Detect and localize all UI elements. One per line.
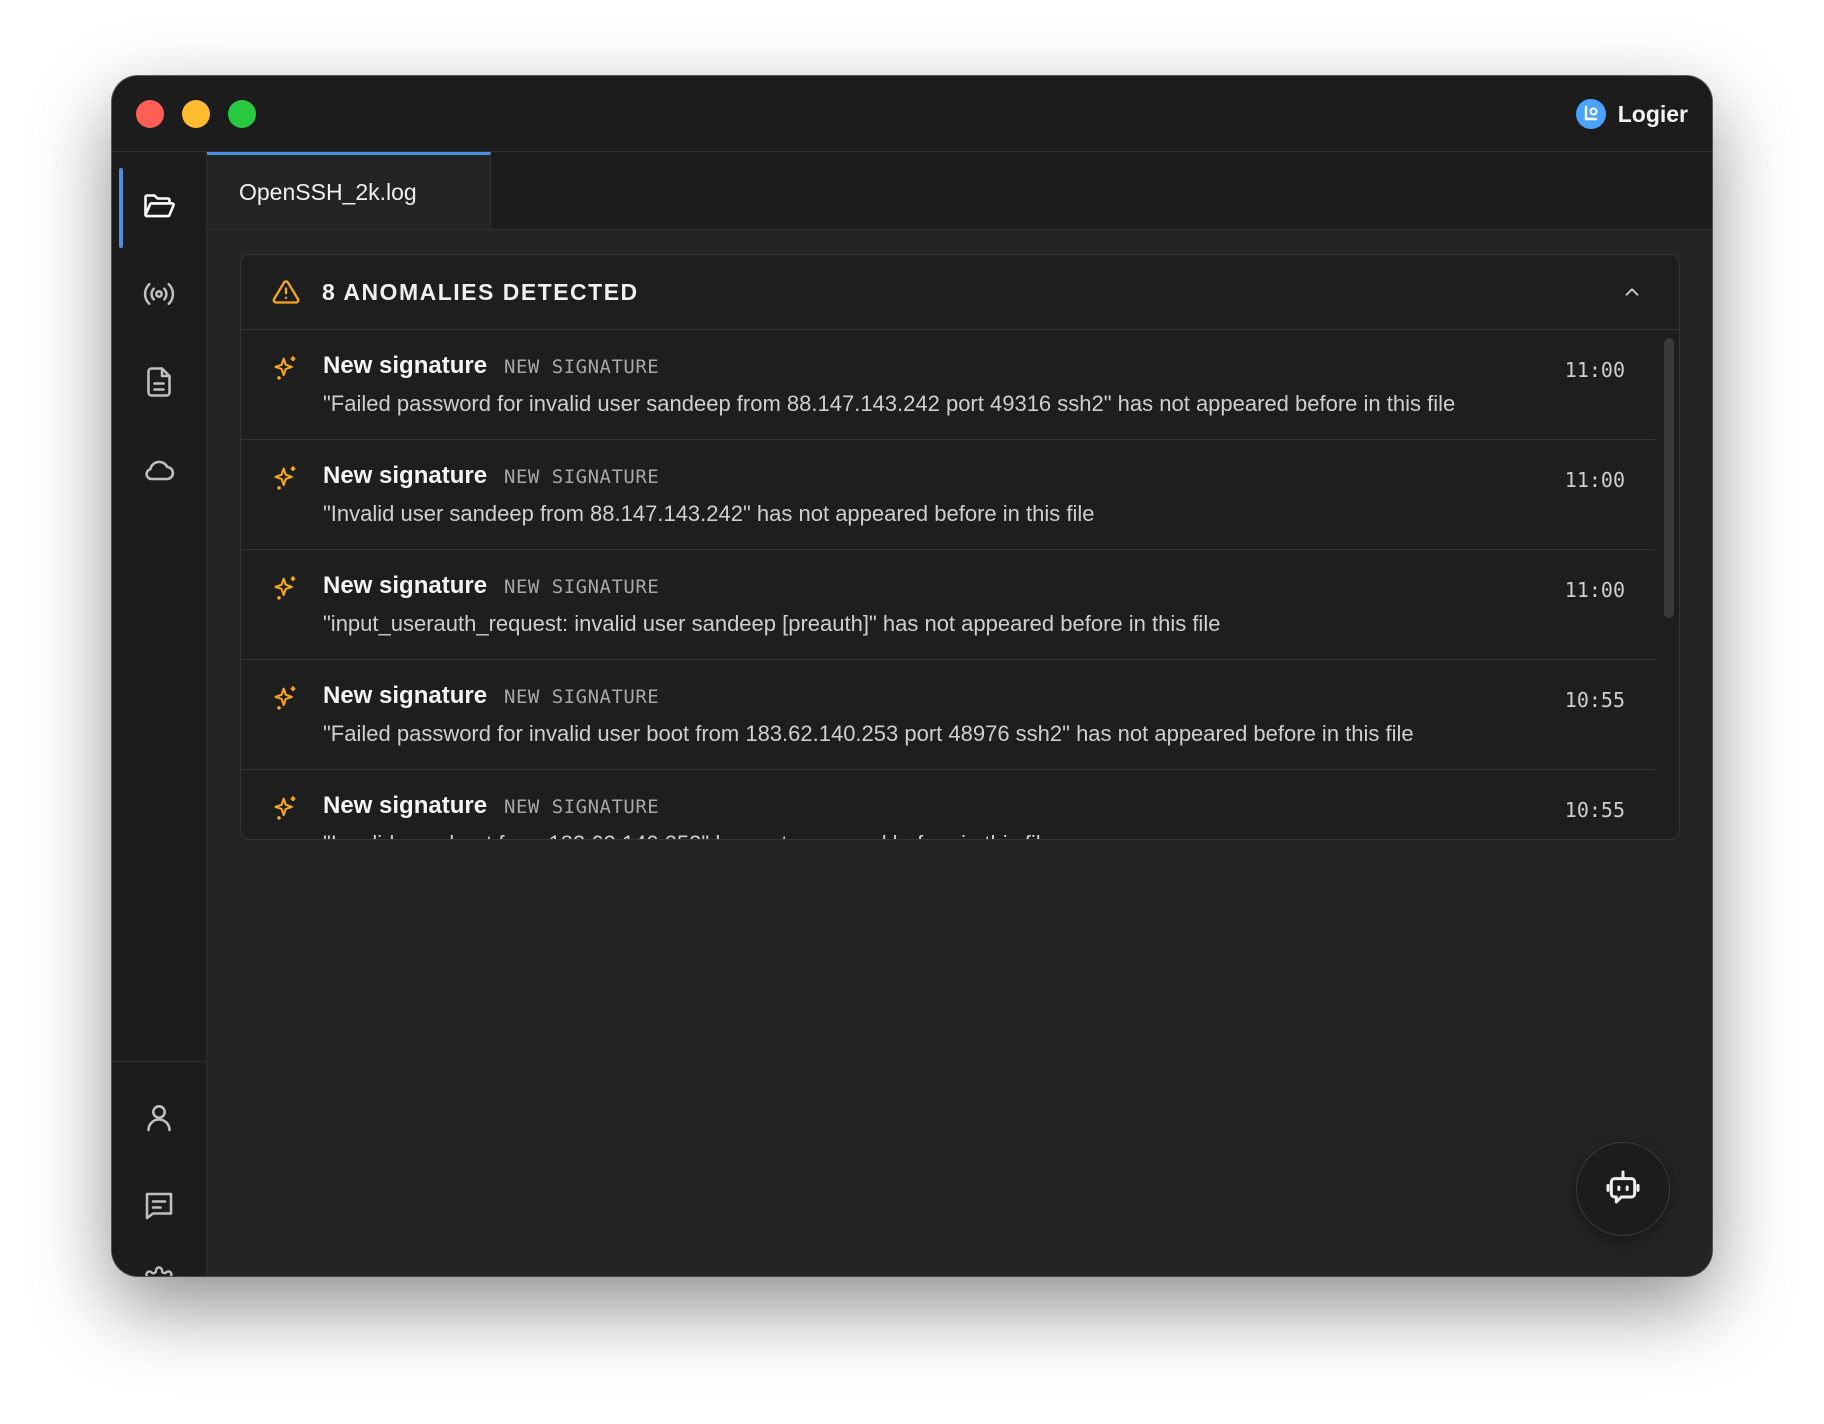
anomaly-badge: NEW SIGNATURE [504,796,660,818]
anomaly-badge: NEW SIGNATURE [504,466,660,488]
tab-bar: OpenSSH_2k.log [207,152,1712,230]
anomaly-title: New signature [323,462,488,489]
anomaly-description: "Invalid user boot from 183.62.140.253" … [323,831,1539,839]
anomaly-title: New signature [323,572,488,599]
sidebar-item-cloud[interactable] [112,432,206,512]
app-brand: Logier [1575,98,1688,130]
bot-icon [1603,1167,1643,1212]
anomaly-description: "Failed password for invalid user sandee… [323,391,1456,416]
anomaly-title: New signature [323,352,488,379]
sidebar [112,152,207,1276]
anomaly-description: "Failed password for invalid user boot f… [323,721,1414,746]
window-zoom-button[interactable] [228,100,256,128]
anomaly-badge: NEW SIGNATURE [504,356,660,378]
sparkle-icon [272,684,300,717]
anomaly-time: 10:55 [1564,688,1625,712]
user-icon [141,1100,177,1141]
anomaly-badge: NEW SIGNATURE [504,686,660,708]
anomaly-row[interactable]: New signature NEW SIGNATURE 10:55 "Inval… [241,770,1655,839]
sidebar-item-settings[interactable] [112,1256,206,1276]
tab-label: OpenSSH_2k.log [239,178,417,205]
anomalies-scrollbar[interactable] [1664,338,1674,828]
sidebar-item-account[interactable] [112,1080,206,1160]
assistant-button[interactable] [1576,1142,1670,1236]
anomalies-panel: 8 ANOMALIES DETECTED New signature NEW S… [240,254,1680,840]
anomaly-description: "Invalid user sandeep from 88.147.143.24… [323,501,1095,526]
anomaly-time: 10:55 [1564,798,1625,822]
folder-open-icon [141,188,177,229]
warning-icon [272,278,300,311]
anomalies-list: New signature NEW SIGNATURE 11:00 "Faile… [241,330,1679,839]
sidebar-item-stream[interactable] [112,256,206,336]
anomaly-title: New signature [323,792,488,819]
scrollbar-thumb[interactable] [1664,338,1674,618]
anomaly-row[interactable]: New signature NEW SIGNATURE 10:55 "Faile… [241,660,1655,770]
anomaly-row[interactable]: New signature NEW SIGNATURE 11:00 "Faile… [241,330,1655,440]
app-name: Logier [1617,100,1688,127]
sparkle-icon [272,354,300,387]
anomalies-title: 8 ANOMALIES DETECTED [322,279,639,305]
window-minimize-button[interactable] [182,100,210,128]
sidebar-item-files[interactable] [112,168,206,248]
sparkle-icon [272,794,300,827]
anomaly-time: 11:00 [1564,358,1625,382]
main-content: OpenSSH_2k.log 8 ANOMALIES DETECTED New … [207,152,1712,1276]
sidebar-item-feedback[interactable] [112,1168,206,1248]
anomalies-header[interactable]: 8 ANOMALIES DETECTED [241,255,1679,330]
anomaly-time: 11:00 [1564,468,1625,492]
anomaly-row[interactable]: New signature NEW SIGNATURE 11:00 "input… [241,550,1655,660]
sidebar-item-document[interactable] [112,344,206,424]
chevron-up-icon[interactable] [1621,281,1643,308]
anomaly-badge: NEW SIGNATURE [504,576,660,598]
cloud-icon [141,452,177,493]
document-icon [141,364,177,405]
app-window: Logier OpenSSH_2k.log 8 ANOMALIES DETECT… [112,76,1712,1276]
sidebar-divider [112,1061,206,1062]
broadcast-icon [141,276,177,317]
anomaly-title: New signature [323,682,488,709]
window-close-button[interactable] [136,100,164,128]
sparkle-icon [272,574,300,607]
sparkle-icon [272,464,300,497]
message-icon [141,1188,177,1229]
gear-icon [141,1265,177,1276]
logier-logo-icon [1575,99,1606,129]
title-bar: Logier [112,76,1712,152]
anomaly-time: 11:00 [1564,578,1625,602]
anomaly-description: "input_userauth_request: invalid user sa… [323,611,1221,636]
tab-opensshlog[interactable]: OpenSSH_2k.log [207,152,491,229]
anomaly-row[interactable]: New signature NEW SIGNATURE 11:00 "Inval… [241,440,1655,550]
